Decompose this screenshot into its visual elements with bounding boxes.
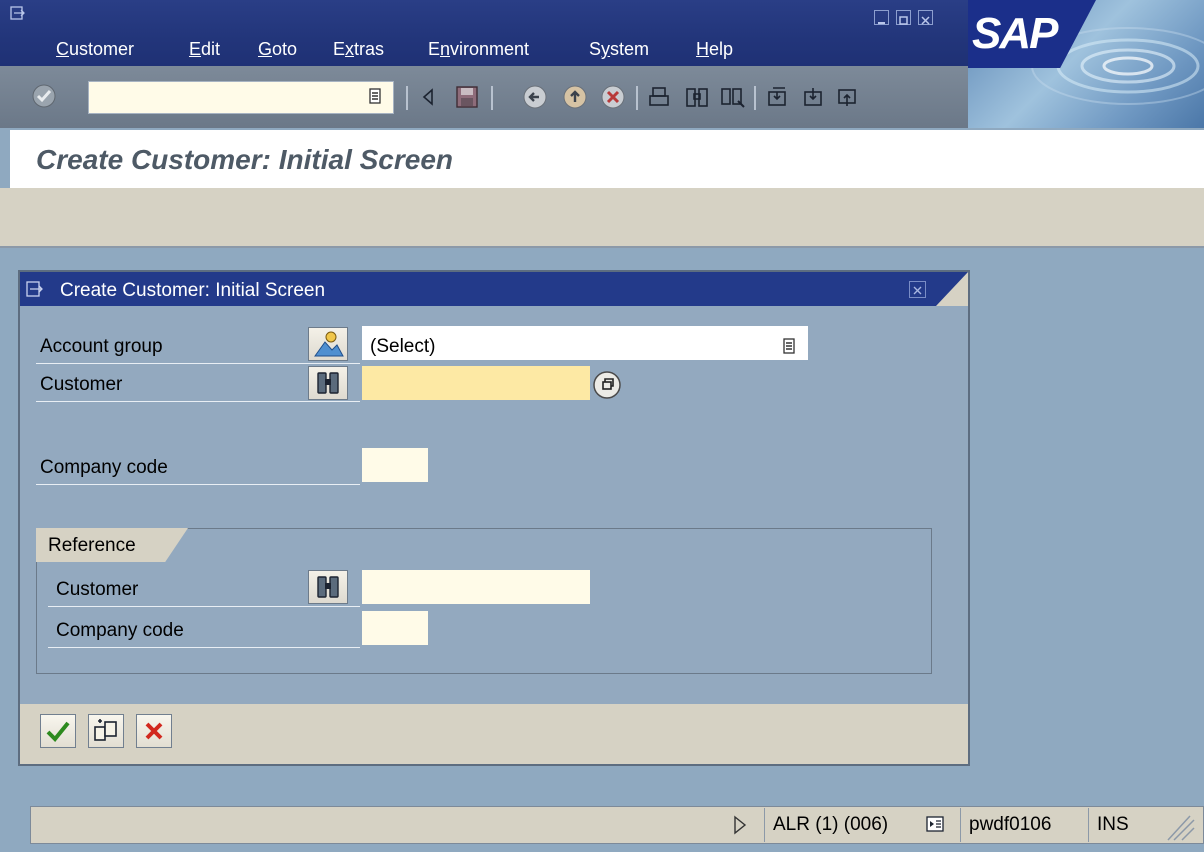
previous-page-icon[interactable] — [800, 84, 826, 110]
cancel-x-icon — [145, 722, 163, 740]
person-icon — [314, 331, 344, 357]
company-code-input[interactable] — [362, 448, 428, 482]
account-group-value: (Select) — [370, 336, 436, 357]
account-group-label: Account group — [40, 336, 163, 357]
app-menu-icon[interactable] — [10, 6, 26, 20]
dialog-menu-icon[interactable] — [26, 281, 44, 297]
command-field[interactable] — [88, 81, 394, 114]
menu-environment[interactable]: Environment — [428, 38, 529, 60]
dropdown-icon[interactable] — [782, 337, 796, 355]
binoculars-icon — [317, 576, 339, 598]
system-info-dropdown-icon[interactable] — [925, 815, 945, 833]
close-window-icon[interactable] — [918, 10, 933, 25]
first-page-icon[interactable] — [764, 84, 790, 110]
server-cell: pwdf0106 — [960, 808, 1088, 842]
label-underline — [36, 484, 360, 485]
maximize-icon[interactable] — [896, 10, 911, 25]
toolbar-separator — [754, 86, 756, 110]
resize-grip-icon[interactable] — [1160, 812, 1196, 842]
ref-customer-search-button[interactable] — [308, 570, 348, 604]
status-expand-icon[interactable] — [732, 814, 748, 836]
enter-icon[interactable] — [30, 82, 58, 110]
create-button[interactable] — [88, 714, 124, 748]
binoculars-icon — [317, 372, 339, 394]
account-group-button[interactable] — [308, 327, 348, 361]
reference-group-title: Reference — [48, 535, 136, 556]
customer-search-button[interactable] — [308, 366, 348, 400]
command-history-icon[interactable] — [368, 87, 382, 105]
create-icon — [94, 719, 117, 741]
application-toolbar — [0, 188, 1204, 248]
checkmark-icon — [46, 721, 70, 742]
continue-button[interactable] — [40, 714, 76, 748]
label-underline — [36, 363, 360, 364]
menu-help[interactable]: Help — [696, 38, 733, 60]
print-icon[interactable] — [646, 84, 672, 110]
toolbar-separator — [491, 86, 493, 110]
ref-company-code-input[interactable] — [362, 611, 428, 645]
back-arrow-icon[interactable] — [416, 84, 442, 110]
toolbar-separator — [636, 86, 638, 110]
mode-cell: INS — [1088, 808, 1152, 842]
back-icon[interactable] — [522, 84, 548, 110]
label-underline — [48, 647, 360, 648]
account-group-select[interactable]: (Select) — [362, 326, 808, 360]
customer-label: Customer — [40, 374, 123, 395]
menu-customer[interactable]: Customer — [56, 38, 134, 60]
cancel-icon[interactable] — [600, 84, 626, 110]
insert-mode: INS — [1097, 814, 1129, 835]
ref-customer-label: Customer — [56, 579, 139, 600]
find-icon[interactable] — [684, 84, 710, 110]
menu-system[interactable]: System — [589, 38, 649, 60]
dialog-close-icon[interactable] — [909, 281, 926, 298]
toolbar-separator — [406, 86, 408, 110]
dialog-title: Create Customer: Initial Screen — [60, 280, 326, 301]
find-next-icon[interactable] — [720, 84, 746, 110]
menu-extras[interactable]: Extras — [333, 38, 384, 60]
label-underline — [36, 401, 360, 402]
sap-logo: SAP — [972, 9, 1058, 58]
ref-company-code-label: Company code — [56, 620, 184, 641]
match-code-icon[interactable] — [592, 370, 622, 400]
next-page-icon[interactable] — [834, 84, 860, 110]
server-name: pwdf0106 — [969, 814, 1052, 835]
page-title: Create Customer: Initial Screen — [36, 144, 454, 175]
customer-input[interactable] — [362, 366, 590, 400]
system-info: ALR (1) (006) — [773, 814, 889, 835]
menu-goto[interactable]: Goto — [258, 38, 297, 60]
menu-edit[interactable]: Edit — [189, 38, 220, 60]
company-code-label: Company code — [40, 457, 168, 478]
save-icon[interactable] — [454, 84, 480, 110]
label-underline — [48, 606, 360, 607]
ref-customer-input[interactable] — [362, 570, 590, 604]
exit-icon[interactable] — [562, 84, 588, 110]
cancel-button[interactable] — [136, 714, 172, 748]
minimize-icon[interactable] — [874, 10, 889, 25]
